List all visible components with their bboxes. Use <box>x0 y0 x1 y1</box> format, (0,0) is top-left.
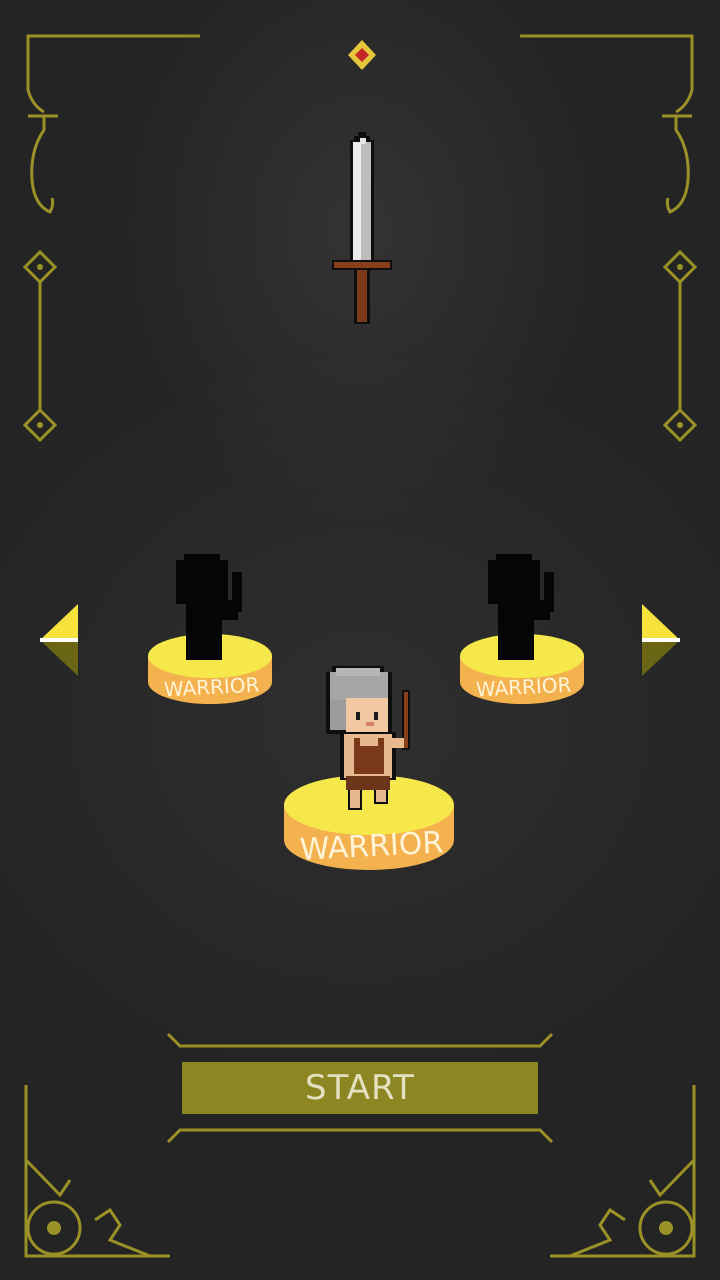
start-button-label: START <box>305 1068 415 1108</box>
next-character-arrow[interactable] <box>638 604 682 678</box>
previous-character-arrow[interactable] <box>38 604 82 678</box>
character-select-screen: WARRIOR WARRIOR WARRIOR START <box>0 0 720 1280</box>
start-button[interactable]: START <box>182 1062 538 1114</box>
